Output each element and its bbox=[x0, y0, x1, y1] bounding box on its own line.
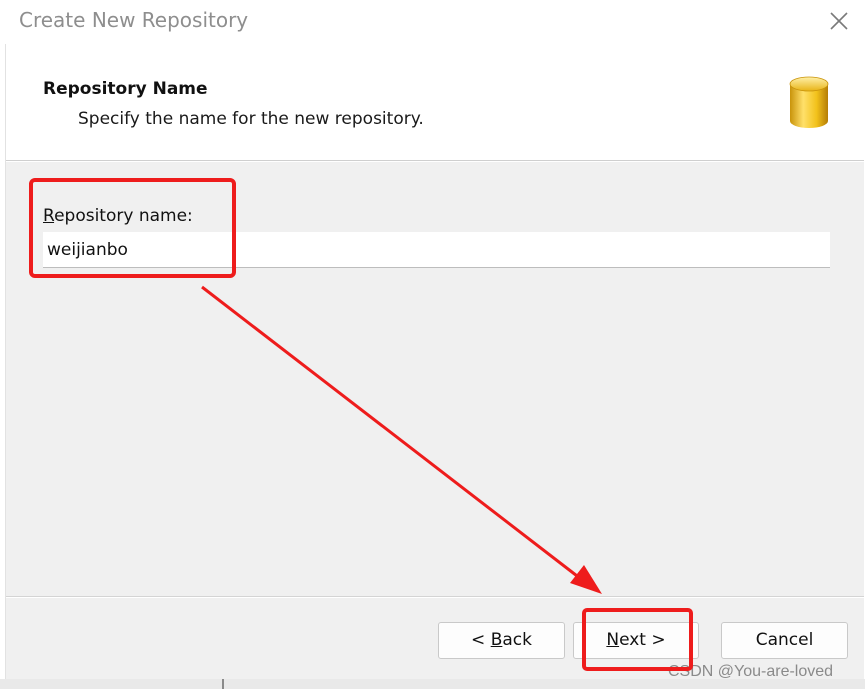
back-button[interactable]: < Back bbox=[438, 622, 565, 659]
repository-name-label-text: epository name: bbox=[54, 206, 193, 226]
watermark: CSDN @You-are-loved bbox=[668, 663, 834, 680]
back-button-mnemonic: B bbox=[490, 630, 503, 650]
back-button-label: ack bbox=[502, 630, 532, 650]
back-button-prefix: < bbox=[471, 630, 491, 650]
title-bar: Create New Repository bbox=[0, 0, 865, 44]
page-subtitle: Specify the name for the new repository. bbox=[78, 109, 424, 129]
create-repository-dialog: Create New Repository Repository Name Sp… bbox=[0, 0, 865, 689]
next-button[interactable]: Next > bbox=[573, 622, 699, 659]
next-button-mnemonic: N bbox=[606, 630, 620, 650]
repository-name-label-mnemonic: R bbox=[43, 206, 55, 226]
repository-name-input[interactable] bbox=[43, 232, 830, 268]
database-icon bbox=[787, 75, 831, 131]
wizard-content bbox=[6, 162, 864, 596]
repository-name-label: Repository name: bbox=[43, 206, 193, 226]
wizard-header bbox=[0, 44, 865, 160]
page-title: Repository Name bbox=[43, 79, 208, 99]
cancel-button[interactable]: Cancel bbox=[721, 622, 848, 659]
window-title: Create New Repository bbox=[19, 8, 249, 32]
close-button[interactable] bbox=[820, 4, 858, 38]
background-window-divider bbox=[222, 679, 224, 689]
close-icon bbox=[830, 12, 848, 30]
next-button-label: ext > bbox=[619, 630, 666, 650]
